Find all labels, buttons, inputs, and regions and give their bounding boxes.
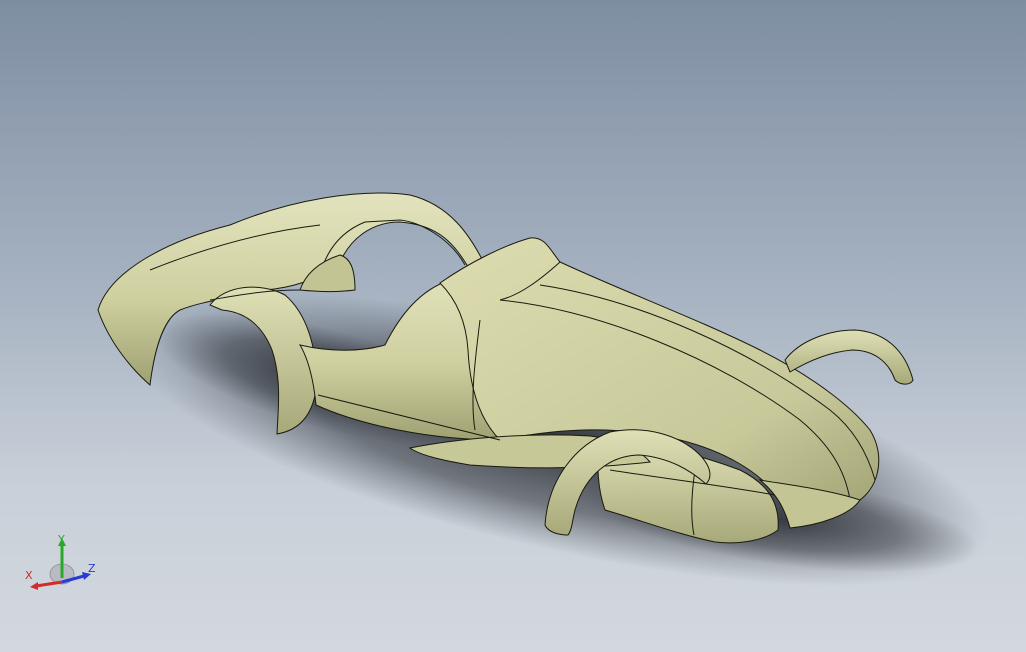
y-axis-label: Y xyxy=(57,534,65,546)
z-axis-label: Z xyxy=(88,562,96,575)
graphics-viewport[interactable]: Y X Z xyxy=(0,0,1026,652)
axis-triad: Y X Z xyxy=(25,534,96,590)
car-body-model[interactable] xyxy=(0,0,1026,652)
x-axis-label: X xyxy=(25,569,33,582)
x-axis-arrow xyxy=(35,580,63,588)
